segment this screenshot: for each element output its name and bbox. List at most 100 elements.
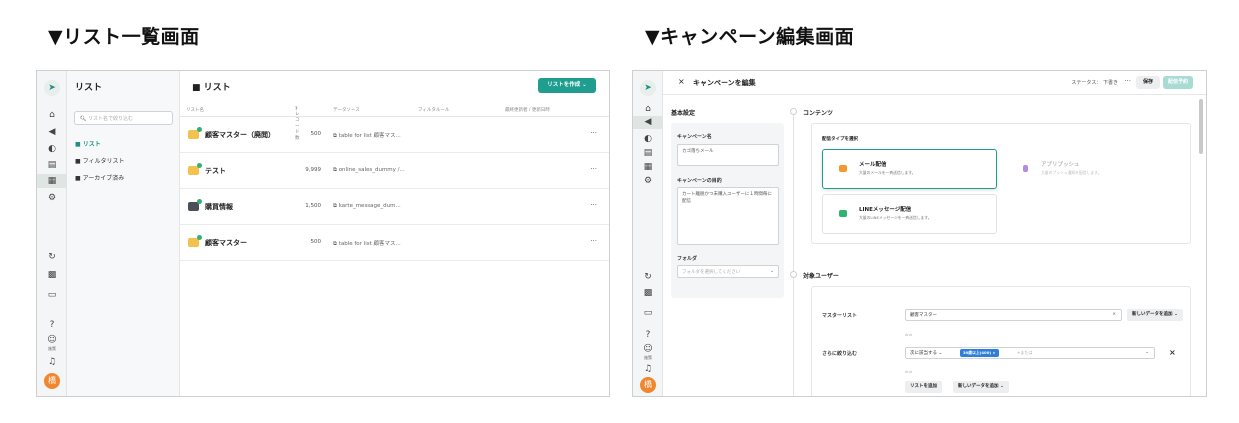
timeline-line bbox=[793, 109, 794, 396]
master-list-select[interactable]: 顧客マスター × bbox=[905, 309, 1122, 321]
segment-icon[interactable]: ◐ bbox=[37, 143, 67, 155]
basic-settings-panel: キャンペーン名 カゴ落ちメール キャンペーンの目的 カート離脱かつ未購入ユーザー… bbox=[671, 123, 784, 298]
icon-rail: ➤ ⌂ ◀ ◐ ▤ ▦ ⚙ ↻ ▩ ▭ ? ☺ 施策 ♫ 橋 bbox=[633, 71, 663, 396]
narrow-label: さらに絞り込む bbox=[822, 351, 858, 357]
close-icon[interactable]: × bbox=[678, 77, 685, 86]
column-header: レコード数 ? bbox=[295, 107, 300, 141]
list-name[interactable]: 顧客マスター bbox=[205, 238, 247, 248]
chevron-down-icon: ⌄ bbox=[1174, 312, 1178, 317]
history-icon[interactable]: ↻ bbox=[633, 271, 663, 283]
folder-label: フォルダ bbox=[677, 256, 698, 262]
step-dot bbox=[790, 271, 797, 278]
table-row[interactable]: 購買情報 1,500 ⧉ karte_message_dum... ··· bbox=[180, 190, 609, 225]
column-header: データソース bbox=[333, 108, 360, 113]
avatar[interactable]: 橋 bbox=[640, 377, 656, 393]
settings-icon[interactable]: ⚙ bbox=[37, 192, 67, 204]
and-connector: And bbox=[905, 333, 912, 337]
contents-box: 配信タイプを選択 メール配信 大量のメールを一斉送信します。 アプリプッシュ 大… bbox=[811, 123, 1191, 244]
page-title: キャンペーンを編集 bbox=[693, 79, 756, 87]
feedback-icon[interactable]: ☺ 施策 bbox=[633, 343, 663, 360]
list-name[interactable]: テスト bbox=[205, 166, 226, 176]
karte-icon bbox=[188, 199, 202, 211]
sidebar-item-filter-list[interactable]: ■ フィルタリスト bbox=[75, 156, 124, 165]
list-icon[interactable]: ▦ bbox=[37, 174, 67, 188]
list-name[interactable]: 購買情報 bbox=[205, 202, 233, 212]
column-header: 最終更新者 / 更新日時 bbox=[505, 108, 550, 113]
help-icon[interactable]: ? bbox=[37, 319, 67, 331]
phone-icon bbox=[1023, 165, 1028, 172]
delivery-type-app-push[interactable]: アプリプッシュ 大量のプッシュ通知を配信します。 bbox=[1004, 149, 1179, 189]
target-users-box: マスターリスト 顧客マスター × 新しいデータを追加 ⌄ And さらに絞り込む … bbox=[811, 286, 1191, 396]
chevron-down-icon: ⌄ bbox=[582, 82, 587, 88]
data-source[interactable]: ⧉ karte_message_dum... bbox=[333, 203, 401, 210]
notification-icon[interactable]: ♫ bbox=[633, 363, 663, 375]
list-sidebar: リスト 🔍︎ リスト名で絞り込む ■ リスト ■ フィルタリスト ■ アーカイブ… bbox=[67, 71, 180, 396]
sheet-icon bbox=[188, 127, 202, 139]
scrollbar[interactable] bbox=[1199, 99, 1203, 154]
data-source[interactable]: ⧉ online_sales_dummy /... bbox=[333, 167, 405, 174]
save-button[interactable]: 保存 bbox=[1136, 76, 1160, 89]
sidebar-item-archived[interactable]: ■ アーカイブ済み bbox=[75, 173, 124, 182]
create-list-button[interactable]: リストを作成 ⌄ bbox=[538, 78, 596, 93]
campaign-icon[interactable]: ◀ bbox=[633, 116, 663, 129]
folder-icon: ■ bbox=[192, 83, 204, 93]
target-users-title: 対象ユーザー bbox=[803, 273, 839, 280]
logo-icon[interactable]: ➤ bbox=[640, 80, 656, 96]
column-header: リスト名 bbox=[186, 108, 204, 113]
editor-topbar: × キャンペーンを編集 ステータス： 下書き ··· 保存 配信予約 bbox=[663, 71, 1206, 95]
or-connector[interactable]: +または bbox=[1017, 350, 1032, 356]
more-icon[interactable]: ··· bbox=[590, 201, 597, 209]
segment-icon[interactable]: ◐ bbox=[633, 133, 663, 145]
page-title: ■ リスト bbox=[192, 83, 231, 93]
more-icon[interactable]: ··· bbox=[590, 237, 597, 245]
settings-icon[interactable]: ⚙ bbox=[633, 175, 663, 187]
home-icon[interactable]: ⌂ bbox=[37, 109, 67, 121]
campaign-purpose-textarea[interactable]: カート離脱かつ未購入ユーザーに１時間毎に配信 bbox=[677, 187, 779, 245]
add-data-button[interactable]: 新しいデータを追加 ⌄ bbox=[953, 381, 1009, 393]
more-icon[interactable]: ··· bbox=[590, 165, 597, 173]
delivery-type-line[interactable]: LINEメッセージ配信 大量のLINEメッセージを一斉送信します。 bbox=[822, 194, 997, 234]
list-main: ■ リスト リストを作成 ⌄ リスト名 レコード数 ? データソース フィルタル… bbox=[180, 71, 609, 396]
data-icon[interactable]: ▤ bbox=[633, 147, 663, 159]
table-row[interactable]: 顧客マスター 500 ⧉ table for list 顧客マス... ··· bbox=[180, 226, 609, 261]
grid-icon[interactable]: ▩ bbox=[37, 269, 67, 281]
data-icon[interactable]: ▤ bbox=[37, 159, 67, 171]
sidebar-item-list[interactable]: ■ リスト bbox=[75, 139, 101, 148]
add-data-button[interactable]: 新しいデータを追加 ⌄ bbox=[1127, 309, 1183, 321]
campaign-icon[interactable]: ◀ bbox=[37, 126, 67, 138]
data-source[interactable]: ⧉ table for list 顧客マス... bbox=[333, 131, 401, 140]
delivery-type-email[interactable]: メール配信 大量のメールを一斉送信します。 bbox=[822, 149, 997, 189]
chevron-down-icon: ⌄ bbox=[1000, 384, 1004, 389]
more-icon[interactable]: ··· bbox=[590, 129, 597, 137]
avatar[interactable]: 橋 bbox=[44, 373, 60, 389]
feedback-icon[interactable]: ☺ 施策 bbox=[37, 334, 67, 351]
window-icon[interactable]: ▭ bbox=[633, 307, 663, 319]
more-icon[interactable]: ··· bbox=[1124, 77, 1131, 85]
record-count: 500 bbox=[310, 239, 322, 245]
campaign-name-input[interactable]: カゴ落ちメール bbox=[677, 144, 779, 166]
logo-icon[interactable]: ➤ bbox=[44, 80, 60, 96]
notification-icon[interactable]: ♫ bbox=[37, 356, 67, 368]
close-icon: × bbox=[992, 350, 996, 355]
history-icon[interactable]: ↻ bbox=[37, 251, 67, 263]
window-icon[interactable]: ▭ bbox=[37, 289, 67, 301]
sheet-icon bbox=[188, 235, 202, 247]
home-icon[interactable]: ⌂ bbox=[633, 103, 663, 115]
schedule-button[interactable]: 配信予約 bbox=[1163, 76, 1193, 89]
data-source[interactable]: ⧉ table for list 顧客マス... bbox=[333, 239, 401, 248]
grid-icon[interactable]: ▩ bbox=[633, 287, 663, 299]
help-icon[interactable]: ? bbox=[633, 329, 663, 341]
campaign-screen: ➤ ⌂ ◀ ◐ ▤ ▦ ⚙ ↻ ▩ ▭ ? ☺ 施策 ♫ 橋 × キャンペーンを編… bbox=[632, 70, 1207, 397]
list-icon[interactable]: ▦ bbox=[633, 161, 663, 173]
table-row[interactable]: テスト 9,999 ⧉ online_sales_dummy /... ··· bbox=[180, 154, 609, 189]
segment-chip[interactable]: 30歳以上(400) × bbox=[960, 349, 999, 357]
record-count: 9,999 bbox=[305, 167, 321, 173]
chevron-down-icon: ⌄ bbox=[770, 269, 774, 274]
list-search-input[interactable]: 🔍︎ リスト名で絞り込む bbox=[74, 111, 173, 125]
table-row[interactable]: 顧客マスター（廃閲） 500 ⧉ table for list 顧客マス... … bbox=[180, 118, 609, 153]
add-list-button[interactable]: リストを追加 bbox=[905, 381, 942, 393]
remove-condition-icon[interactable]: × bbox=[1169, 348, 1176, 357]
list-name[interactable]: 顧客マスター（廃閲） bbox=[205, 130, 275, 140]
folder-icon: ■ bbox=[75, 158, 83, 165]
folder-select[interactable]: フォルダを選択してください ⌄ bbox=[677, 265, 779, 278]
